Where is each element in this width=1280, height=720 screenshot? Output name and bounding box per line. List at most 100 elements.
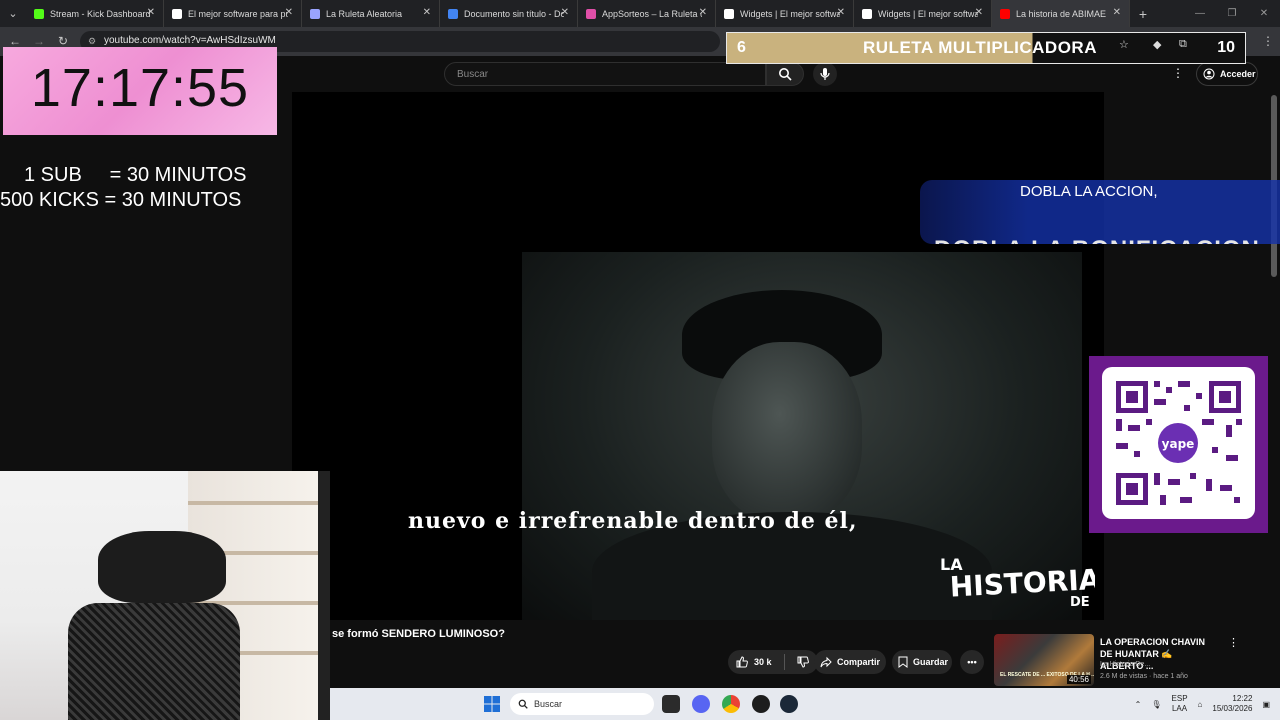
browser-tab[interactable]: El mejor software para pu ✕ — [164, 0, 302, 27]
keyboard-layout: LAA — [1171, 704, 1188, 713]
recommended-meta: 2.6 M de vistas · hace 1 año — [1100, 673, 1188, 680]
tab-title: La historia de ABIMAE — [1016, 8, 1107, 19]
bonus-banner: DOBLA LA ACCION, DOBLA LA BONIFICACION — [920, 180, 1280, 244]
obs-icon[interactable] — [752, 695, 770, 713]
chevron-up-icon[interactable]: ⌃ — [1135, 700, 1142, 709]
qr-code: yape — [1102, 367, 1255, 519]
steam-icon[interactable] — [780, 695, 798, 713]
video-title: se formó SENDERO LUMINOSO? — [332, 628, 505, 640]
thumbs-down-icon[interactable] — [797, 656, 809, 668]
tab-favicon-icon — [586, 8, 596, 19]
task-view-icon[interactable] — [662, 695, 680, 713]
more-actions-button[interactable]: ••• — [960, 650, 984, 674]
browser-tab[interactable]: La Ruleta Aleatoria ✕ — [302, 0, 440, 27]
minimize-button[interactable]: — — [1184, 0, 1216, 27]
new-tab-button[interactable]: + — [1130, 6, 1156, 22]
roulette-left-number: 6 — [737, 39, 746, 56]
tab-title: El mejor software para pu — [188, 8, 288, 19]
tab-favicon-icon — [448, 8, 458, 19]
system-clock[interactable]: 12:22 15/03/2026 — [1212, 694, 1252, 714]
channel-watermark-logo: LA HISTORIA DE — [940, 555, 1095, 610]
microphone-icon[interactable]: 🎙 — [1151, 700, 1161, 709]
tab-close-icon[interactable]: ✕ — [1113, 7, 1121, 18]
taskbar-search[interactable]: Buscar — [510, 693, 654, 715]
system-tray: ⌃ 🎙 ESP LAA ⌂ 12:22 15/03/2026 ▣ — [1135, 688, 1280, 720]
tab-favicon-icon — [310, 8, 320, 19]
tab-close-icon[interactable]: ✕ — [975, 7, 983, 18]
discord-icon[interactable] — [692, 695, 710, 713]
tab-close-icon[interactable]: ✕ — [837, 7, 845, 18]
taskbar-search-label: Buscar — [534, 699, 563, 709]
window-controls: — ❐ ✕ — [1184, 0, 1280, 27]
url-text[interactable]: youtube.com/watch?v=AwHSdIzsuWM — [104, 35, 276, 46]
tab-favicon-icon — [172, 8, 182, 19]
microphone-icon — [820, 68, 830, 80]
bookmark-icon — [898, 656, 908, 668]
windows-start-icon[interactable] — [484, 696, 500, 712]
search-input[interactable] — [455, 68, 759, 81]
banner-line-1: DOBLA LA ACCION, — [1020, 183, 1158, 200]
video-subtitle: nuevo e irrefrenable dentro de él, — [408, 508, 858, 534]
search-button[interactable] — [766, 62, 804, 86]
share-label: Compartir — [837, 657, 881, 667]
tab-title: Documento sin título - Do — [464, 8, 564, 19]
network-icon[interactable]: ⌂ — [1198, 700, 1203, 709]
puzzle-icon: ⧉ — [1179, 38, 1187, 50]
diamond-icon: ◆ — [1153, 39, 1162, 51]
tab-title: Widgets | El mejor softwa — [878, 8, 978, 19]
sign-in-button[interactable]: Acceder — [1196, 62, 1258, 86]
video-player[interactable] — [292, 92, 1104, 620]
tab-search-button[interactable]: ⌄ — [0, 0, 26, 27]
tab-title: Stream - Kick Dashboard — [50, 8, 150, 19]
tab-close-icon[interactable]: ✕ — [561, 7, 569, 18]
tab-close-icon[interactable]: ✕ — [699, 7, 707, 18]
tab-favicon-icon — [1000, 8, 1010, 19]
tab-close-icon[interactable]: ✕ — [147, 7, 155, 18]
clock-date: 15/03/2026 — [1212, 704, 1253, 713]
recommended-channel[interactable]: La Historia De... — [1100, 661, 1150, 668]
account-icon — [1203, 68, 1215, 80]
chair-headrest — [98, 531, 226, 603]
search-box — [444, 62, 766, 86]
browser-tab[interactable]: La historia de ABIMAE ✕ — [992, 0, 1130, 27]
tab-title: Widgets | El mejor softwa — [740, 8, 840, 19]
language-indicator[interactable]: ESP LAA — [1172, 694, 1188, 714]
clock-time: 12:22 — [1232, 694, 1253, 703]
browser-tab[interactable]: Stream - Kick Dashboard ✕ — [26, 0, 164, 27]
site-info-icon[interactable]: ⚙ — [88, 36, 98, 46]
recommended-video[interactable]: EL RESCATE DE ... EXITOSO DE LA H... 40:… — [994, 634, 1254, 686]
video-duration: 40:56 — [1066, 675, 1091, 684]
browser-tab-strip: ⌄ Stream - Kick Dashboard ✕ El mejor softw… — [0, 0, 1280, 27]
browser-tab[interactable]: AppSorteos – La Ruleta d ✕ — [578, 0, 716, 27]
thumbs-up-icon[interactable] — [736, 656, 748, 668]
tab-close-icon[interactable]: ✕ — [285, 7, 293, 18]
roulette-right-number: 10 — [1217, 39, 1235, 56]
browser-tab[interactable]: Widgets | El mejor softwa ✕ — [716, 0, 854, 27]
webcam-overlay — [0, 471, 330, 720]
share-icon — [820, 656, 832, 668]
chrome-icon[interactable] — [722, 695, 740, 713]
recommended-menu-icon[interactable]: ⋮ — [1228, 636, 1239, 649]
save-button[interactable]: Guardar — [892, 650, 952, 674]
notification-icon[interactable]: ▣ — [1262, 700, 1270, 709]
tab-close-icon[interactable]: ✕ — [423, 7, 431, 18]
sign-in-label: Acceder — [1220, 69, 1256, 79]
settings-menu-icon[interactable]: ⋮ — [1172, 66, 1184, 80]
browser-menu-icon[interactable]: ⋮ — [1262, 34, 1274, 48]
maximize-button[interactable]: ❐ — [1216, 0, 1248, 27]
search-icon — [779, 68, 792, 81]
language-code: ESP — [1171, 694, 1188, 703]
browser-tab[interactable]: Widgets | El mejor softwa ✕ — [854, 0, 992, 27]
like-count[interactable]: 30 k — [754, 657, 772, 667]
banner-line-2: DOBLA LA BONIFICACION — [934, 236, 1260, 244]
voice-search-button[interactable] — [813, 62, 837, 86]
browser-tab[interactable]: Documento sin título - Do ✕ — [440, 0, 578, 27]
recommended-thumbnail[interactable]: EL RESCATE DE ... EXITOSO DE LA H... 40:… — [994, 634, 1094, 686]
tab-title: AppSorteos – La Ruleta d — [602, 8, 702, 19]
roulette-multiplier-overlay: 6 RULETA MULTIPLICADORA ☆ ◆ ⧉ 10 — [726, 32, 1246, 64]
close-window-button[interactable]: ✕ — [1248, 0, 1280, 27]
save-label: Guardar — [913, 657, 949, 667]
rule-subs: 1 SUB = 30 MINUTOS — [24, 164, 247, 186]
subathon-timer: 17:17:55 — [3, 47, 277, 135]
share-button[interactable]: Compartir — [814, 650, 886, 674]
